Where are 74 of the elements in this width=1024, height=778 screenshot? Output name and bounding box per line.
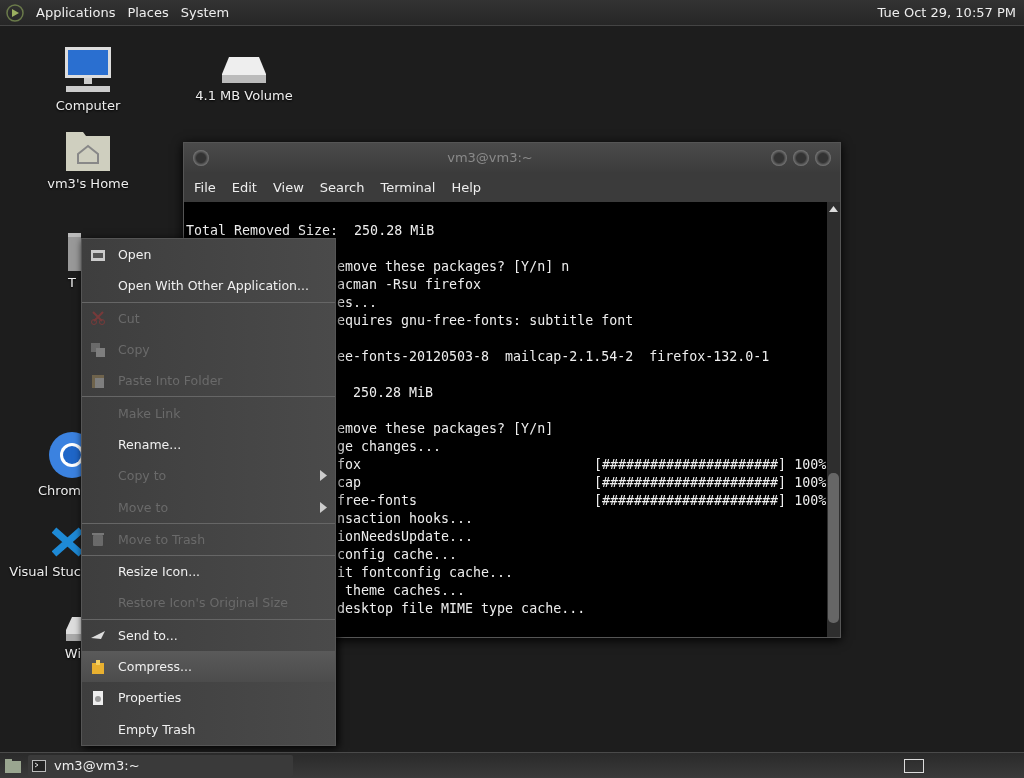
desktop-icon-label[interactable]: Chrom [38, 483, 81, 498]
panel-menu[interactable]: Applications [36, 5, 116, 20]
close-button[interactable] [815, 149, 831, 166]
home-folder-icon [65, 130, 111, 172]
window-menu-button[interactable] [193, 149, 209, 166]
workspace-switcher[interactable] [904, 758, 924, 773]
minimize-button[interactable] [771, 149, 787, 166]
terminal-line: es... [337, 294, 378, 312]
percent-text: 100% [794, 492, 827, 510]
menu-item[interactable]: Terminal [374, 179, 442, 195]
progress-bar-text: [######################] [594, 474, 787, 492]
context-menu-item[interactable]: Compress... [82, 650, 335, 683]
terminal-line: config cache... [337, 546, 458, 564]
panel-menu[interactable]: Places [127, 5, 169, 20]
document-icon [90, 689, 106, 706]
show-desktop-icon[interactable] [4, 757, 22, 774]
desktop-icon-label[interactable]: T [68, 275, 76, 290]
terminal-line: cap [337, 474, 363, 492]
desktop-icon-label[interactable]: Wi [64, 646, 81, 661]
context-menu-item[interactable]: Open [82, 239, 335, 271]
computer-icon [63, 46, 113, 94]
scrollbar[interactable] [827, 202, 840, 637]
menu-item[interactable]: Help [445, 179, 488, 195]
package-icon [90, 658, 106, 675]
scroll-up-arrow-icon[interactable] [829, 205, 838, 213]
trash-icon [90, 531, 106, 548]
context-menu-item[interactable]: Rename... [82, 428, 335, 461]
menu-item[interactable]: Edit [225, 179, 263, 195]
scissors-icon [90, 310, 106, 327]
desktop-icon-label[interactable]: Visual Stuc [9, 564, 81, 579]
panel-menu[interactable]: System [180, 5, 230, 20]
drive-icon [66, 616, 81, 642]
context-menu-item[interactable]: Properties [82, 682, 335, 714]
submenu-arrow-icon [320, 470, 327, 482]
maximize-button[interactable] [793, 149, 809, 166]
menu-item[interactable]: View [266, 179, 310, 195]
distro-logo-icon[interactable] [6, 3, 24, 22]
drive-icon [221, 56, 267, 84]
clock[interactable]: Tue Oct 29, 10:57 PM [877, 5, 1016, 20]
terminal-icon [32, 759, 46, 772]
terminal-line: theme caches... [344, 582, 466, 600]
terminal-line: fox [337, 456, 363, 474]
menu-item[interactable]: Search [313, 179, 371, 195]
terminal-line: ionNeedsUpdate... [337, 528, 474, 546]
percent-text: 100% [794, 456, 827, 474]
context-menu-item[interactable]: Resize Icon... [82, 555, 335, 588]
scrollbar-thumb[interactable] [828, 473, 839, 623]
desktop-icon-label[interactable]: Computer [55, 98, 121, 113]
terminal-line: ee-fonts-20120503-8 mailcap-2.1.54-2 firefox-132.0-1 [337, 348, 770, 366]
terminal-line: equires gnu-free-fonts: subtitle font [337, 312, 634, 330]
context-menu-item[interactable]: Empty Trash [82, 713, 335, 745]
context-menu-item[interactable]: Open With Other Application... [82, 270, 335, 302]
progress-bar-text: [######################] [594, 492, 787, 510]
desktop-icon-label[interactable]: 4.1 MB Volume [195, 88, 293, 103]
terminal-line: 250.28 MiB [352, 384, 434, 402]
terminal-line: acman -Rsu firefox [337, 276, 482, 294]
terminal-line: free-fonts [337, 492, 419, 510]
trash-icon [68, 233, 81, 271]
progress-bar-text: [######################] [594, 456, 787, 474]
percent-text: 100% [794, 474, 827, 492]
terminal-line: emove these packages? [Y/n] [337, 420, 554, 438]
copy-icon [90, 341, 106, 358]
terminal-line: desktop file MIME type cache... [337, 600, 586, 618]
context-menu-item[interactable]: Send to... [82, 619, 335, 651]
menu-item[interactable]: File [188, 179, 222, 195]
terminal-line: it fontconfig cache... [337, 564, 514, 582]
terminal-line: ge changes... [337, 438, 442, 456]
clipboard-icon [90, 372, 106, 389]
terminal-line: nsaction hooks... [337, 510, 474, 528]
desktop-icon-label[interactable]: vm3's Home [47, 176, 129, 191]
window-title: vm3@vm3:~ [446, 150, 534, 165]
submenu-arrow-icon [320, 501, 327, 513]
terminal-line: Total Removed Size: 250.28 MiB [186, 222, 435, 240]
terminal-line: emove these packages? [Y/n] n [337, 258, 570, 276]
